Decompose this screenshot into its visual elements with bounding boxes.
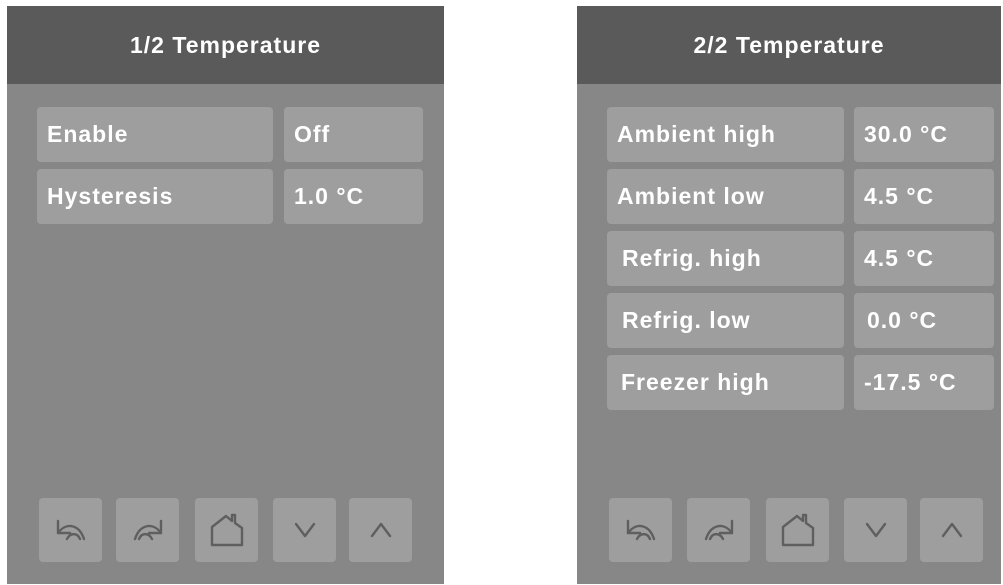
setting-label[interactable]: Freezer high xyxy=(607,355,844,410)
undo-icon xyxy=(621,513,661,547)
setting-row-ambient-low[interactable]: Ambient low 4.5 °C xyxy=(607,169,994,224)
setting-value[interactable]: 0.0 °C xyxy=(854,293,994,348)
setting-label[interactable]: Refrig. low xyxy=(607,293,844,348)
home-button[interactable] xyxy=(766,498,829,562)
chevron-down-icon xyxy=(863,520,889,540)
setting-value[interactable]: 4.5 °C xyxy=(854,169,994,224)
bottom-toolbar xyxy=(577,498,1001,562)
settings-panel-1: 1/2 Temperature Enable Off Hysteresis 1.… xyxy=(7,6,444,584)
setting-value[interactable]: 1.0 °C xyxy=(284,169,423,224)
setting-label[interactable]: Ambient low xyxy=(607,169,844,224)
scroll-up-button[interactable] xyxy=(349,498,412,562)
setting-label[interactable]: Enable xyxy=(37,107,273,162)
setting-value[interactable]: -17.5 °C xyxy=(854,355,994,410)
redo-icon xyxy=(128,513,168,547)
setting-value[interactable]: Off xyxy=(284,107,423,162)
setting-value[interactable]: 30.0 °C xyxy=(854,107,994,162)
setting-row-enable[interactable]: Enable Off xyxy=(37,107,423,162)
chevron-up-icon xyxy=(939,520,965,540)
undo-button[interactable] xyxy=(39,498,102,562)
scroll-down-button[interactable] xyxy=(844,498,907,562)
panel-title: 1/2 Temperature xyxy=(7,6,444,84)
setting-row-hysteresis[interactable]: Hysteresis 1.0 °C xyxy=(37,169,423,224)
settings-panel-2: 2/2 Temperature Ambient high 30.0 °C Amb… xyxy=(577,6,1001,584)
undo-icon xyxy=(51,513,91,547)
setting-label[interactable]: Ambient high xyxy=(607,107,844,162)
setting-label[interactable]: Hysteresis xyxy=(37,169,273,224)
setting-value[interactable]: 4.5 °C xyxy=(854,231,994,286)
setting-label[interactable]: Refrig. high xyxy=(607,231,844,286)
chevron-down-icon xyxy=(292,520,318,540)
undo-button[interactable] xyxy=(609,498,672,562)
home-icon xyxy=(207,510,247,550)
scroll-down-button[interactable] xyxy=(273,498,336,562)
home-icon xyxy=(778,510,818,550)
setting-row-refrig-low[interactable]: Refrig. low 0.0 °C xyxy=(607,293,994,348)
redo-button[interactable] xyxy=(116,498,179,562)
setting-row-ambient-high[interactable]: Ambient high 30.0 °C xyxy=(607,107,994,162)
scroll-up-button[interactable] xyxy=(920,498,983,562)
bottom-toolbar xyxy=(7,498,444,562)
setting-row-refrig-high[interactable]: Refrig. high 4.5 °C xyxy=(607,231,994,286)
redo-icon xyxy=(699,513,739,547)
setting-row-freezer-high[interactable]: Freezer high -17.5 °C xyxy=(607,355,994,410)
panel-title: 2/2 Temperature xyxy=(577,6,1001,84)
chevron-up-icon xyxy=(368,520,394,540)
home-button[interactable] xyxy=(195,498,258,562)
redo-button[interactable] xyxy=(687,498,750,562)
